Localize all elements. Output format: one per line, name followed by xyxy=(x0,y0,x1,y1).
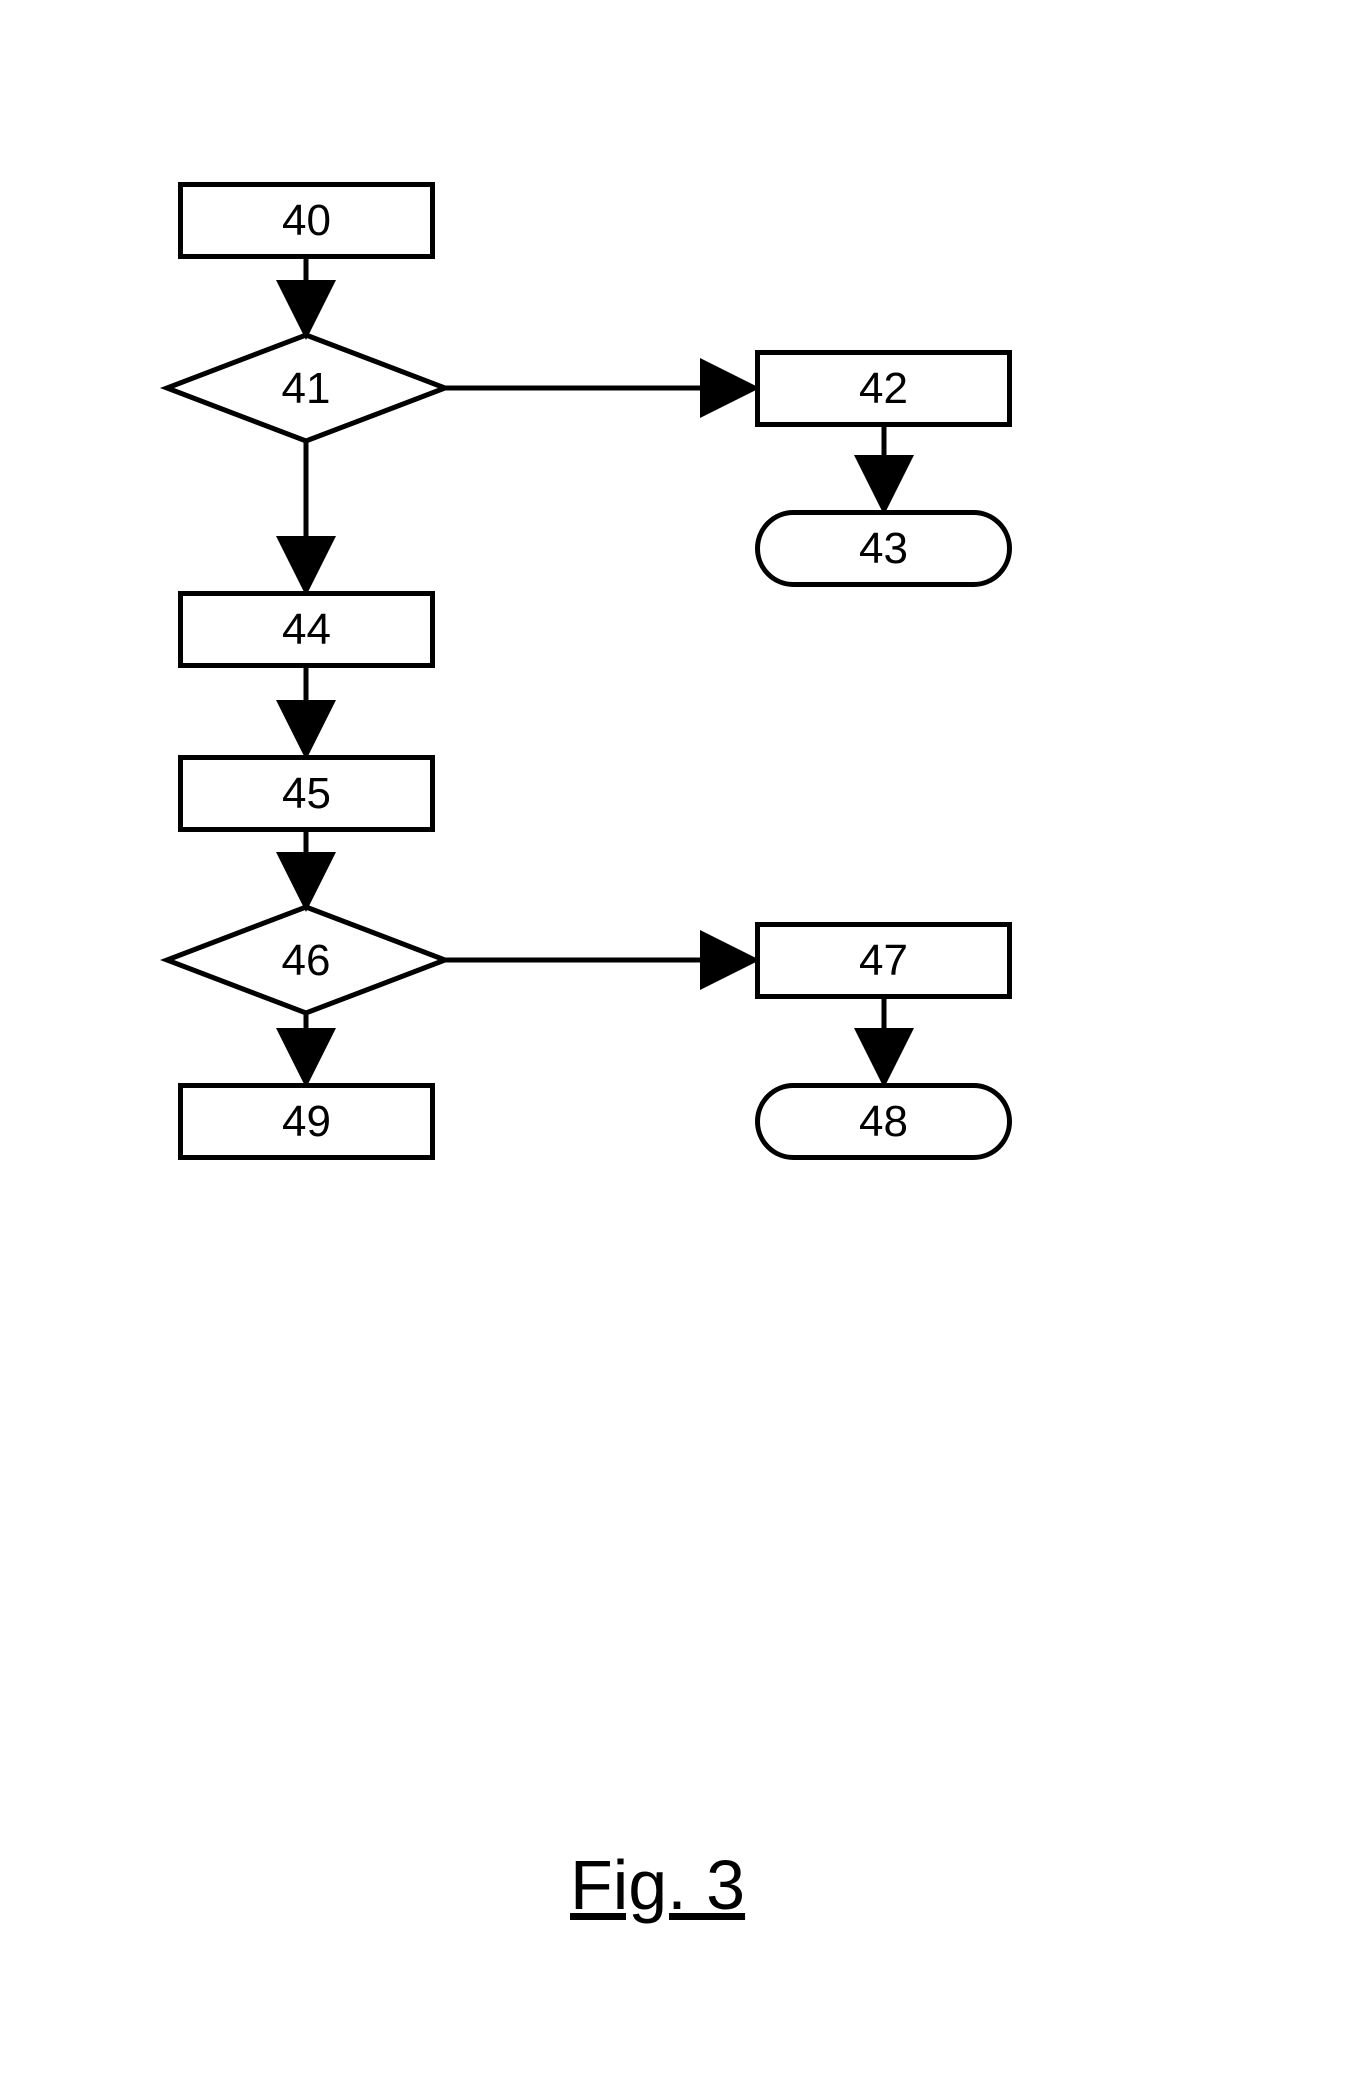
diamond-46-label: 46 xyxy=(282,936,331,985)
figure-caption: Fig. 3 xyxy=(570,1845,745,1925)
box-42-label: 42 xyxy=(859,364,908,414)
process-box-49: 49 xyxy=(178,1083,435,1160)
process-box-42: 42 xyxy=(755,350,1012,427)
box-47-label: 47 xyxy=(859,936,908,986)
diamond-41-label: 41 xyxy=(282,364,331,413)
process-box-44: 44 xyxy=(178,591,435,668)
box-48-label: 48 xyxy=(859,1097,908,1147)
box-45-label: 45 xyxy=(282,769,331,819)
box-40-label: 40 xyxy=(282,196,331,246)
flowchart-canvas: 40 42 43 44 45 47 48 49 Fig. 3 xyxy=(0,0,1368,2084)
box-43-label: 43 xyxy=(859,524,908,574)
box-44-label: 44 xyxy=(282,605,331,655)
terminator-48: 48 xyxy=(755,1083,1012,1160)
process-box-45: 45 xyxy=(178,755,435,832)
flowchart-svg: 41 46 xyxy=(0,0,1368,2084)
process-box-47: 47 xyxy=(755,922,1012,999)
terminator-43: 43 xyxy=(755,510,1012,587)
decision-diamond-46: 46 xyxy=(167,907,445,1013)
decision-diamond-41: 41 xyxy=(167,335,445,441)
process-box-40: 40 xyxy=(178,182,435,259)
box-49-label: 49 xyxy=(282,1097,331,1147)
